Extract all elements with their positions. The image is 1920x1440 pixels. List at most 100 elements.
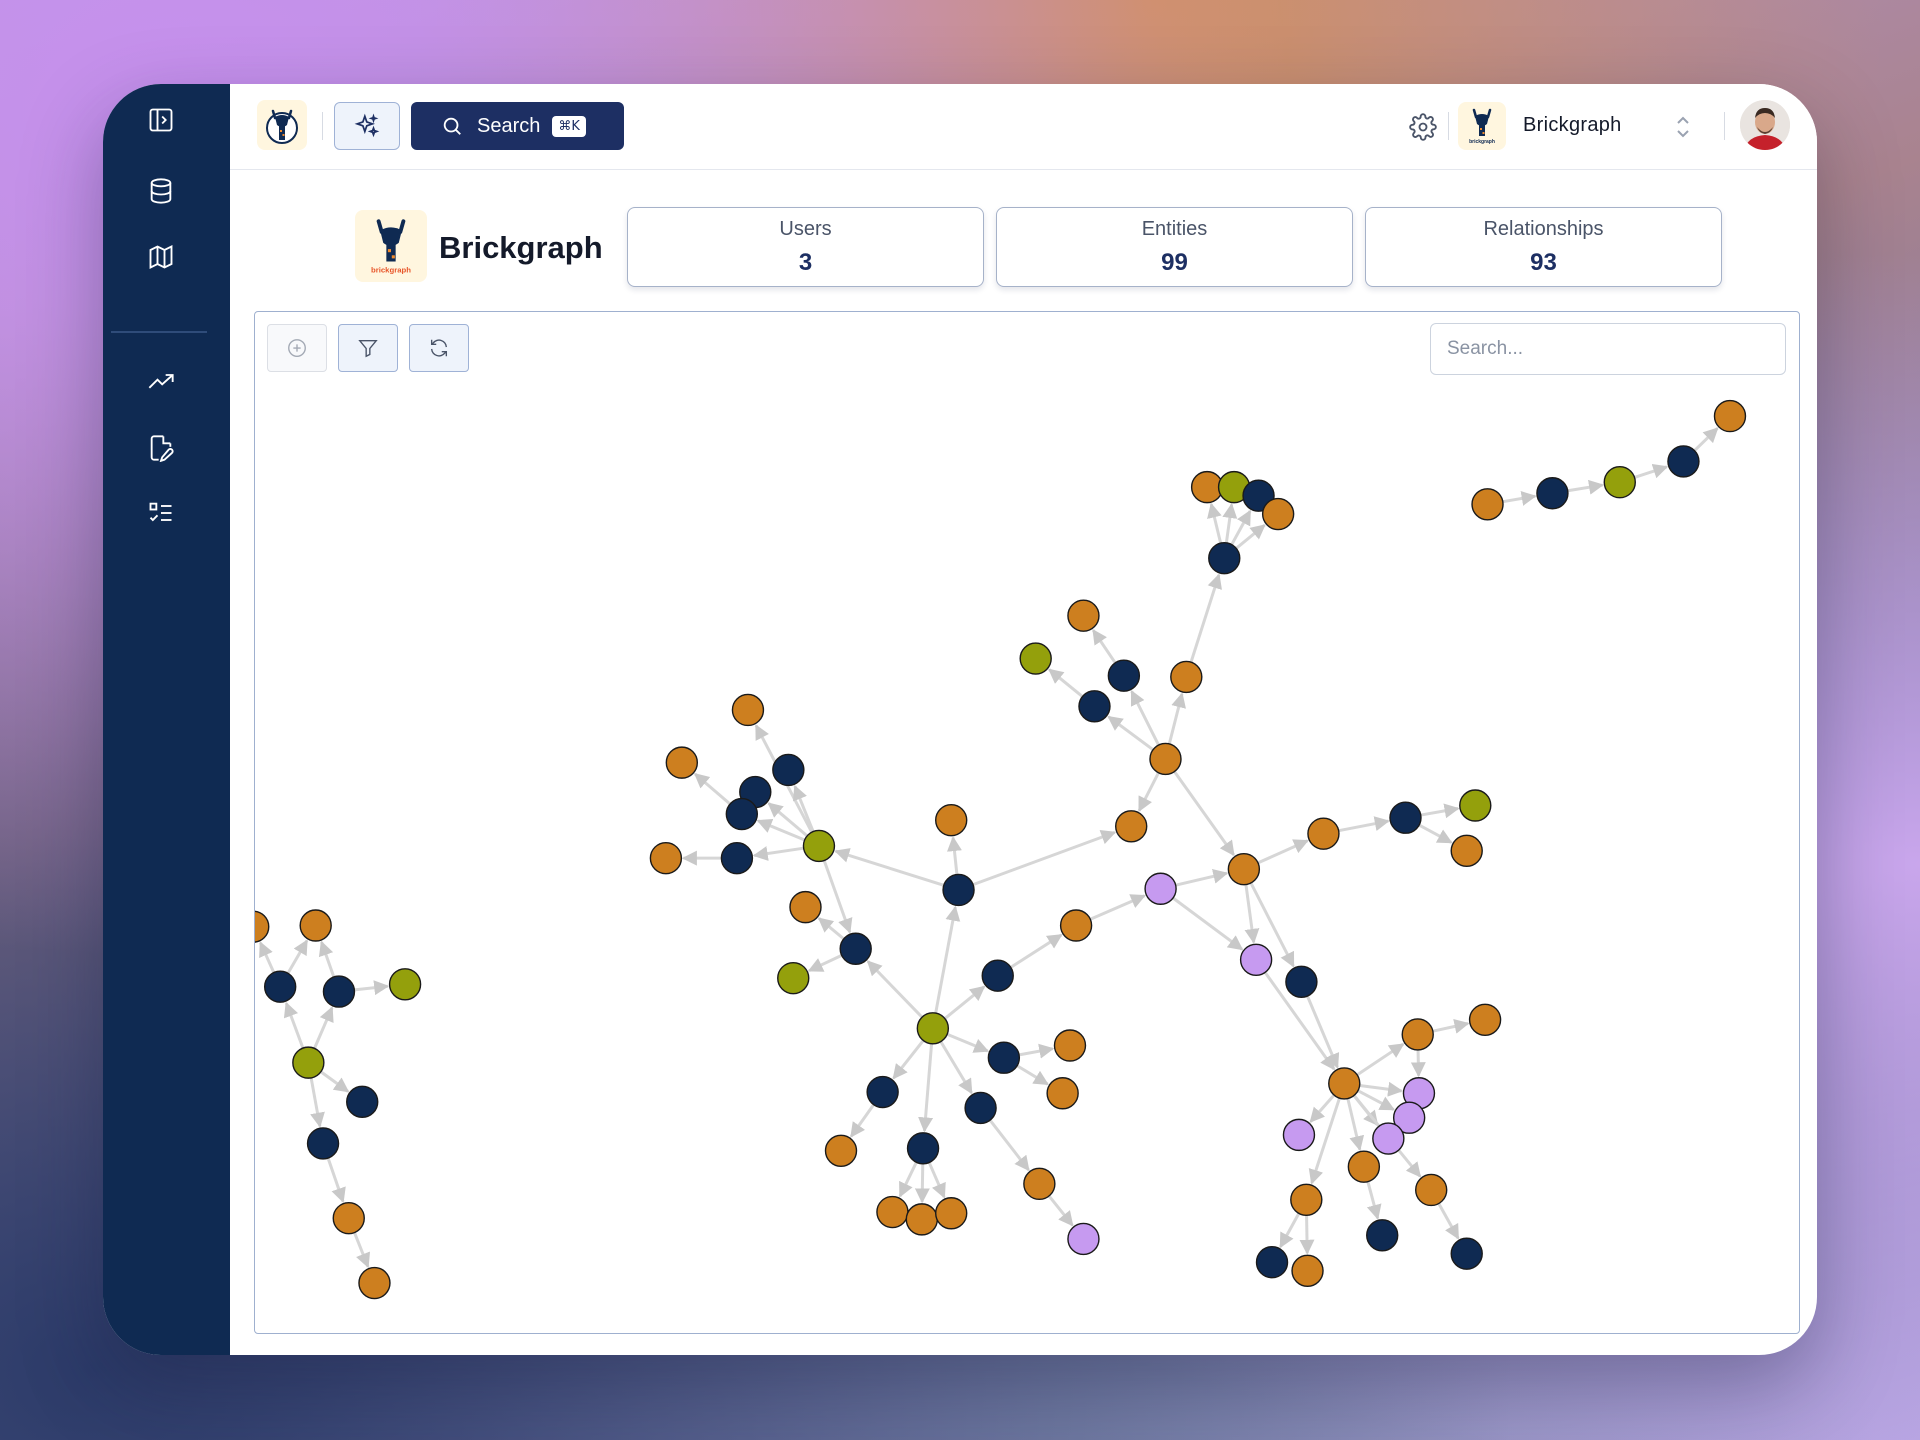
graph-node[interactable] <box>720 841 754 875</box>
graph-node[interactable] <box>777 961 810 995</box>
graph-node[interactable] <box>935 803 968 837</box>
graph-node[interactable] <box>1667 445 1700 478</box>
graph-node[interactable] <box>866 1075 899 1109</box>
graph-node[interactable] <box>346 1085 379 1119</box>
org-switcher[interactable] <box>1670 110 1696 144</box>
graph-node[interactable] <box>1170 660 1203 694</box>
filter-button[interactable] <box>338 324 398 372</box>
graph-edge <box>1634 463 1669 479</box>
graph-node[interactable] <box>1067 1222 1100 1256</box>
graph-node[interactable] <box>1023 1167 1056 1201</box>
graph-node[interactable] <box>649 841 683 875</box>
graph-node[interactable] <box>1078 690 1111 723</box>
graph-node[interactable] <box>1053 1029 1087 1062</box>
graph-node[interactable] <box>1459 789 1492 822</box>
global-search-button[interactable]: Search ⌘K <box>411 102 624 150</box>
graph-node[interactable] <box>1328 1067 1361 1100</box>
graph-edge <box>1346 1098 1365 1152</box>
gear-icon <box>1409 113 1437 141</box>
graph-edge <box>1308 1097 1341 1185</box>
graph-node[interactable] <box>1019 642 1052 675</box>
panel-expand-icon[interactable] <box>143 102 179 138</box>
graph-node[interactable] <box>1536 477 1569 510</box>
graph-node[interactable] <box>1239 943 1273 976</box>
graph-node[interactable] <box>1603 466 1636 499</box>
graph-node[interactable] <box>725 797 759 831</box>
graph-node[interactable] <box>1366 1219 1399 1252</box>
graph-edge <box>259 941 276 974</box>
graph-node[interactable] <box>1291 1254 1324 1287</box>
graph-node[interactable] <box>981 959 1014 992</box>
graph-node[interactable] <box>964 1091 997 1125</box>
file-edit-icon[interactable] <box>143 430 179 466</box>
graph-node[interactable] <box>1255 1246 1289 1279</box>
graph-node[interactable] <box>916 1012 950 1045</box>
graph-node[interactable] <box>731 693 765 727</box>
graph-node[interactable] <box>299 909 332 942</box>
graph-node[interactable] <box>1261 497 1295 531</box>
graph-node[interactable] <box>1046 1077 1079 1110</box>
graph-node[interactable] <box>839 932 872 965</box>
graph-node[interactable] <box>1372 1122 1405 1155</box>
graph-node[interactable] <box>905 1203 939 1236</box>
graph-node[interactable] <box>1227 852 1261 886</box>
graph-panel[interactable] <box>254 311 1800 1334</box>
ai-assistant-button[interactable] <box>334 102 400 150</box>
database-icon[interactable] <box>143 173 179 209</box>
refresh-button[interactable] <box>409 324 469 372</box>
user-avatar[interactable] <box>1740 100 1790 150</box>
graph-node[interactable] <box>1347 1150 1381 1183</box>
graph-node[interactable] <box>1144 872 1177 905</box>
graph-node[interactable] <box>1401 1018 1434 1051</box>
graph-node[interactable] <box>306 1127 340 1160</box>
graph-node[interactable] <box>1713 399 1747 433</box>
graph-node[interactable] <box>1208 541 1241 575</box>
graph-node[interactable] <box>1471 488 1504 521</box>
graph-node[interactable] <box>1450 834 1483 867</box>
settings-button[interactable] <box>1406 110 1440 144</box>
graph-node[interactable] <box>332 1201 365 1235</box>
graph-node[interactable] <box>263 970 297 1003</box>
list-checks-icon[interactable] <box>143 495 179 531</box>
graph-node[interactable] <box>935 1197 968 1230</box>
add-node-button[interactable] <box>267 324 327 372</box>
stat-value: 93 <box>1530 249 1557 276</box>
graph-node[interactable] <box>1285 965 1318 999</box>
stat-label: Users <box>779 218 832 240</box>
graph-node[interactable] <box>388 968 422 1001</box>
graph-node[interactable] <box>772 753 805 787</box>
graph-node[interactable] <box>1107 659 1141 692</box>
graph-search-input[interactable] <box>1430 323 1786 375</box>
graph-node[interactable] <box>1450 1237 1483 1270</box>
graph-node[interactable] <box>665 746 699 779</box>
graph-node[interactable] <box>789 890 822 924</box>
graph-node[interactable] <box>322 975 356 1008</box>
graph-edge <box>1207 502 1223 544</box>
graph-node[interactable] <box>1067 599 1100 632</box>
app-logo[interactable] <box>257 100 307 150</box>
graph-node[interactable] <box>1307 817 1340 850</box>
graph-node[interactable] <box>906 1132 940 1165</box>
graph-node[interactable] <box>255 910 270 943</box>
graph-node[interactable] <box>292 1046 325 1079</box>
graph-node[interactable] <box>987 1041 1021 1074</box>
graph-node[interactable] <box>1389 801 1422 834</box>
graph-node[interactable] <box>1468 1003 1502 1036</box>
trending-up-icon[interactable] <box>143 364 179 400</box>
graph-node[interactable] <box>876 1195 909 1229</box>
graph-node[interactable] <box>1290 1183 1323 1216</box>
graph-edge <box>988 1119 1030 1172</box>
graph-node[interactable] <box>802 829 836 863</box>
graph-node[interactable] <box>824 1134 858 1167</box>
knowledge-graph[interactable] <box>255 312 1799 1333</box>
map-icon[interactable] <box>143 239 179 275</box>
graph-node[interactable] <box>1115 810 1148 843</box>
graph-node[interactable] <box>1149 742 1182 776</box>
graph-node[interactable] <box>1282 1118 1316 1152</box>
graph-node[interactable] <box>1415 1173 1448 1207</box>
graph-node[interactable] <box>358 1266 391 1300</box>
graph-node[interactable] <box>942 873 975 907</box>
graph-edge <box>1432 1019 1470 1034</box>
graph-node[interactable] <box>1059 909 1093 942</box>
graph-edge <box>693 772 732 806</box>
